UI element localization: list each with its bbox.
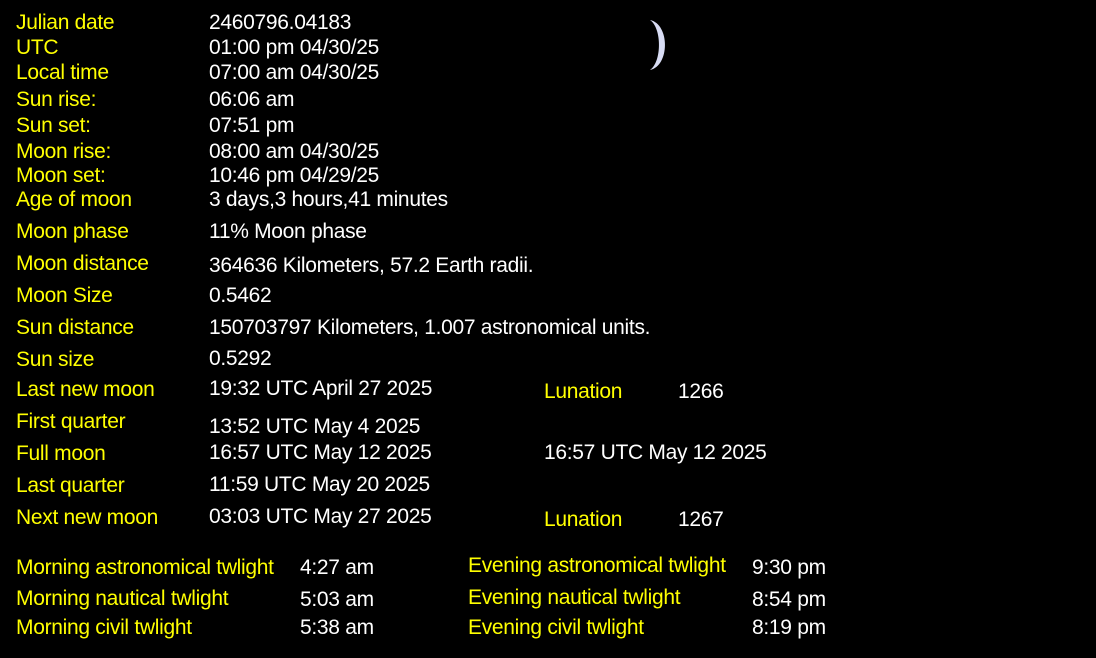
- evening-astronomical-twilight-label: Evening astronomical twlight: [468, 554, 726, 577]
- julian-date-label: Julian date: [16, 11, 115, 34]
- morning-astronomical-twilight-label: Morning astronomical twlight: [16, 556, 274, 579]
- sun-distance-value: 150703797 Kilometers, 1.007 astronomical…: [209, 316, 651, 339]
- evening-astronomical-twilight-value: 9:30 pm: [752, 556, 826, 579]
- morning-nautical-twilight-label: Morning nautical twlight: [16, 587, 229, 610]
- last-quarter-value: 11:59 UTC May 20 2025: [209, 473, 430, 496]
- first-quarter-value: 13:52 UTC May 4 2025: [209, 415, 421, 438]
- sun-rise-value: 06:06 am: [209, 88, 295, 111]
- sun-size-value: 0.5292: [209, 347, 272, 370]
- age-of-moon-value: 3 days,3 hours,41 minutes: [209, 188, 448, 211]
- sun-size-label: Sun size: [16, 348, 95, 371]
- moon-distance-value: 364636 Kilometers, 57.2 Earth radii.: [209, 254, 534, 277]
- moon-size-label: Moon Size: [16, 284, 113, 307]
- moon-set-label: Moon set:: [16, 164, 106, 187]
- morning-civil-twilight-label: Morning civil twlight: [16, 616, 192, 639]
- utc-value: 01:00 pm 04/30/25: [209, 36, 380, 59]
- crescent-moon-icon: [650, 20, 665, 70]
- local-time-label: Local time: [16, 61, 109, 84]
- evening-civil-twilight-value: 8:19 pm: [752, 616, 826, 639]
- julian-date-value: 2460796.04183: [209, 11, 352, 34]
- lunation-value: 1266: [678, 380, 724, 403]
- sun-distance-label: Sun distance: [16, 316, 134, 339]
- last-quarter-label: Last quarter: [16, 474, 125, 497]
- lunation-label: Lunation: [544, 380, 623, 403]
- moon-size-value: 0.5462: [209, 284, 272, 307]
- moon-set-value: 10:46 pm 04/29/25: [209, 164, 380, 187]
- utc-label: UTC: [16, 36, 59, 59]
- last-new-moon-label: Last new moon: [16, 378, 155, 401]
- sun-set-label: Sun set:: [16, 114, 91, 137]
- morning-astronomical-twilight-value: 4:27 am: [300, 556, 374, 579]
- last-new-moon-value: 19:32 UTC April 27 2025: [209, 377, 433, 400]
- full-moon-extra-value: 16:57 UTC May 12 2025: [544, 441, 767, 464]
- full-moon-value: 16:57 UTC May 12 2025: [209, 441, 432, 464]
- evening-nautical-twilight-label: Evening nautical twlight: [468, 586, 681, 609]
- next-lunation-label: Lunation: [544, 508, 623, 531]
- full-moon-label: Full moon: [16, 442, 106, 465]
- next-lunation-value: 1267: [678, 508, 724, 531]
- local-time-value: 07:00 am 04/30/25: [209, 61, 380, 84]
- age-of-moon-label: Age of moon: [16, 188, 132, 211]
- moon-phase-value: 11% Moon phase: [209, 220, 367, 243]
- evening-nautical-twilight-value: 8:54 pm: [752, 588, 826, 611]
- moon-rise-value: 08:00 am 04/30/25: [209, 140, 380, 163]
- first-quarter-label: First quarter: [16, 410, 126, 433]
- next-new-moon-label: Next new moon: [16, 506, 159, 529]
- morning-civil-twilight-value: 5:38 am: [300, 616, 374, 639]
- morning-nautical-twilight-value: 5:03 am: [300, 588, 374, 611]
- moon-rise-label: Moon rise:: [16, 140, 112, 163]
- evening-civil-twilight-label: Evening civil twlight: [468, 616, 644, 639]
- sun-rise-label: Sun rise:: [16, 88, 97, 111]
- moon-distance-label: Moon distance: [16, 252, 149, 275]
- sun-set-value: 07:51 pm: [209, 114, 295, 137]
- moon-phase-label: Moon phase: [16, 220, 129, 243]
- next-new-moon-value: 03:03 UTC May 27 2025: [209, 505, 432, 528]
